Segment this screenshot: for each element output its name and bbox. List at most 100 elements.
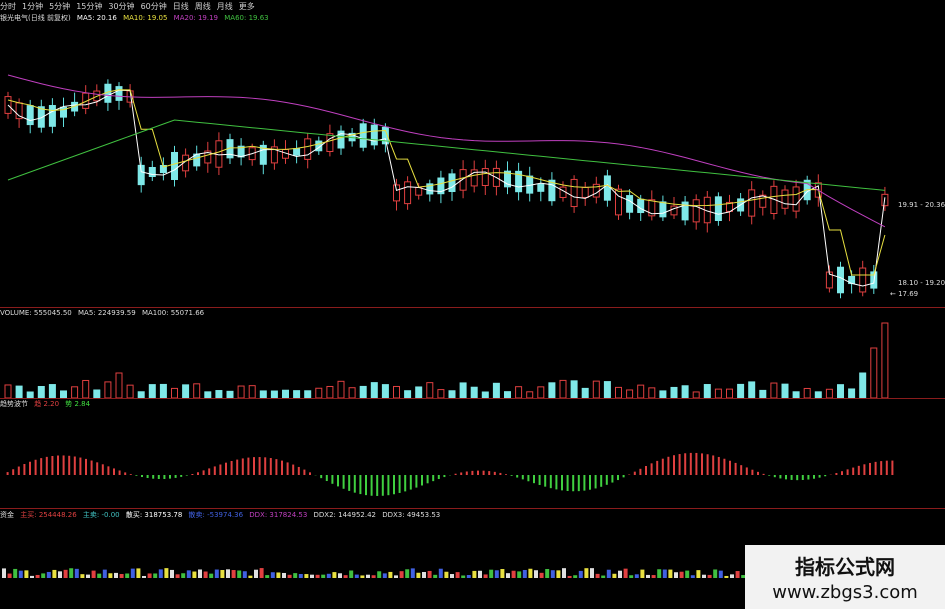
volume-bar (71, 386, 79, 399)
capital-bar (567, 575, 572, 578)
volume-bar (437, 389, 445, 399)
main-sell: 主卖: -0.00 (82, 511, 120, 519)
volume-bar (470, 386, 478, 399)
capital-bar (472, 570, 477, 578)
capital-bar (287, 574, 292, 578)
volume-bar (626, 389, 634, 399)
capital-bar (366, 574, 370, 578)
candle-body (448, 173, 456, 193)
capital-bar (237, 570, 242, 578)
volume-bar (837, 384, 844, 399)
candle-body (859, 267, 867, 293)
capital-bar (52, 569, 57, 578)
capital-bar (422, 571, 426, 578)
capital-bar (242, 571, 247, 578)
candle-body (659, 201, 667, 218)
volume-bar (193, 383, 201, 399)
volume-bar (748, 381, 756, 399)
volume-bar (726, 388, 733, 399)
capital-bar (198, 569, 202, 578)
volume-bar (603, 381, 611, 399)
low-price-label: ← 17.69 (890, 290, 919, 298)
ma5-line (7, 89, 886, 287)
volume-bar (93, 389, 101, 399)
capital-bar (80, 574, 85, 578)
capital-bar (427, 570, 432, 578)
candle-body (48, 105, 56, 127)
candle-body (603, 175, 611, 201)
indicator-legend: 趋势波节 趋 2.20 势 2.84 (0, 399, 94, 409)
volume-bar (359, 385, 367, 399)
range-high-label: 19.91 - 20.36 (898, 201, 945, 209)
capital-bar (685, 570, 690, 578)
capital-bar (2, 568, 6, 578)
capital-bar (444, 571, 449, 578)
capital-bar (679, 571, 684, 578)
volume-bar (15, 385, 23, 399)
capital-bar (668, 569, 673, 578)
capital-bar (455, 572, 460, 578)
capital-bar (478, 570, 482, 578)
volume-bar (370, 382, 378, 399)
capital-bar (500, 569, 505, 578)
watermark: 指标公式网 www.zbgs3.com (745, 545, 945, 609)
volume-bar (182, 384, 190, 399)
volume-bar (104, 381, 112, 399)
volume-bar (770, 382, 778, 399)
capital-bar (433, 574, 438, 578)
capital-bar (175, 574, 180, 578)
candle-body (581, 186, 589, 198)
capital-bar (220, 569, 225, 578)
capital-bar (651, 575, 656, 578)
volume-bar (781, 383, 789, 399)
capital-bar (332, 572, 337, 578)
capital-bar (282, 572, 286, 578)
volume-bar (126, 384, 134, 399)
volume-bar (404, 390, 412, 399)
capital-bar (13, 568, 18, 578)
volume-bar (381, 384, 389, 399)
volume-bar (215, 390, 223, 399)
capital-bar (377, 571, 382, 578)
volume-bar (581, 387, 589, 399)
capital-bar (410, 568, 415, 578)
capital-bar (254, 569, 258, 578)
candle-body (537, 183, 545, 192)
capital-bar (24, 570, 29, 578)
volume-bar (648, 387, 656, 399)
candle-body (404, 181, 412, 205)
volume-bar (559, 379, 567, 399)
capital-bar (248, 575, 253, 578)
candle-body (370, 124, 378, 146)
candle-body (359, 123, 367, 148)
volume-bar (326, 385, 334, 399)
volume-bar (881, 322, 889, 399)
capital-bar (270, 572, 275, 578)
capital-bar (494, 570, 499, 578)
volume-bar (637, 384, 645, 399)
capital-bar (186, 570, 191, 578)
volume-bar (548, 382, 556, 399)
candle-body (714, 196, 722, 221)
capital-bar (41, 573, 46, 578)
capital-bar (181, 573, 186, 578)
volume-bar (459, 382, 467, 399)
capital-bar (97, 573, 102, 578)
capital-bar (226, 569, 230, 578)
candle-body (570, 178, 578, 208)
capital-bar (606, 569, 611, 578)
capital-bar (214, 569, 219, 578)
ddx2: DDX2: 144952.42 (313, 511, 376, 519)
capital-bar (315, 574, 320, 578)
volume-bar (393, 385, 400, 399)
capital-bar (562, 568, 566, 578)
volume-bar (4, 384, 12, 399)
capital-bar (556, 570, 561, 578)
capital-bar (30, 575, 34, 578)
candle-body (781, 189, 789, 209)
capital-bar (601, 575, 606, 578)
watermark-title: 指标公式网 (795, 555, 895, 579)
candle-body (326, 133, 334, 153)
volume-bar (337, 380, 345, 399)
capital-bar (702, 574, 706, 578)
